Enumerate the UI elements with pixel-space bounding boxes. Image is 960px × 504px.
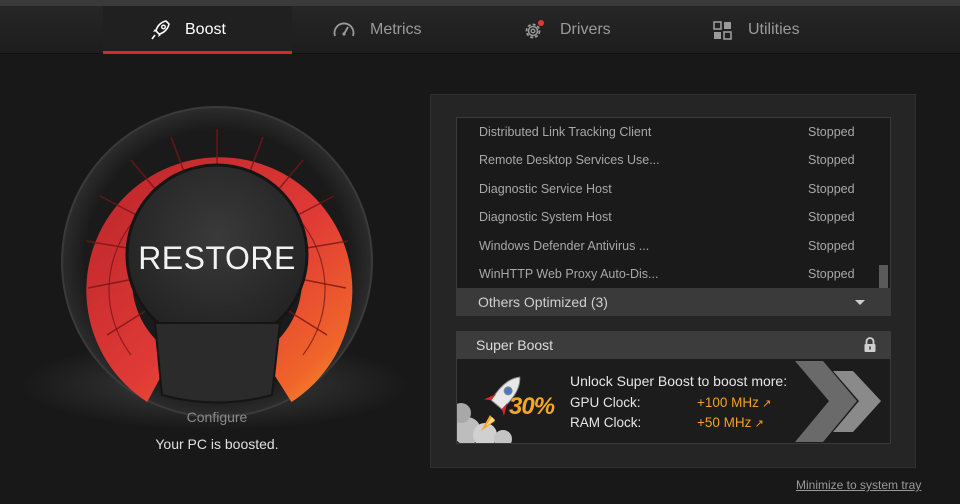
tab-drivers-label: Drivers bbox=[560, 21, 611, 38]
super-boost-body[interactable]: 30% Unlock Super Boost to boost more: GP… bbox=[456, 359, 891, 444]
others-optimized-label: Others Optimized (3) bbox=[478, 294, 608, 310]
tab-metrics[interactable]: Metrics bbox=[332, 6, 452, 54]
arrow-up-icon: ↗ bbox=[758, 398, 772, 410]
arrow-up-icon: ↗ bbox=[751, 418, 764, 430]
service-status: Stopped bbox=[808, 239, 855, 253]
tab-metrics-label: Metrics bbox=[370, 21, 422, 38]
top-nav: Boost Metrics Drivers Utilities bbox=[0, 0, 960, 54]
gpu-clock-value-text: +100 MHz bbox=[697, 395, 759, 410]
list-item[interactable]: Diagnostic Service Host Stopped bbox=[457, 175, 877, 203]
tab-boost[interactable]: Boost bbox=[103, 6, 292, 54]
service-status: Stopped bbox=[808, 182, 855, 196]
service-name: Diagnostic System Host bbox=[479, 210, 612, 224]
gpu-clock-value: +100 MHz ↗ bbox=[697, 395, 771, 410]
list-item[interactable]: WinHTTP Web Proxy Auto-Dis... Stopped bbox=[457, 260, 877, 288]
list-item[interactable]: Distributed Link Tracking Client Stopped bbox=[457, 118, 877, 146]
service-name: Distributed Link Tracking Client bbox=[479, 125, 652, 139]
super-boost-header: Super Boost bbox=[456, 331, 891, 359]
service-name: Remote Desktop Services Use... bbox=[479, 153, 660, 167]
services-panel: Distributed Link Tracking Client Stopped… bbox=[430, 94, 916, 468]
super-boost-unlock-text: Unlock Super Boost to boost more: bbox=[570, 373, 788, 389]
ram-clock-label: RAM Clock: bbox=[570, 415, 642, 430]
lock-icon bbox=[864, 337, 876, 352]
speedometer-icon bbox=[333, 22, 355, 37]
list-item[interactable]: Remote Desktop Services Use... Stopped bbox=[457, 146, 877, 174]
ram-clock-value-text: +50 MHz bbox=[697, 415, 752, 430]
minimize-to-tray-link[interactable]: Minimize to system tray bbox=[796, 478, 921, 492]
service-name: Diagnostic Service Host bbox=[479, 182, 612, 196]
list-item[interactable]: Windows Defender Antivirus ... Stopped bbox=[457, 232, 877, 260]
restore-button[interactable]: RESTORE bbox=[130, 240, 304, 277]
service-name: WinHTTP Web Proxy Auto-Dis... bbox=[479, 267, 659, 281]
boost-status: Your PC is boosted. bbox=[155, 436, 279, 452]
double-chevron-icon bbox=[795, 361, 881, 442]
tab-utilities[interactable]: Utilities bbox=[712, 6, 822, 54]
gear-icon bbox=[525, 20, 544, 39]
list-item[interactable]: Diagnostic System Host Stopped bbox=[457, 203, 877, 231]
others-optimized-dropdown[interactable]: Others Optimized (3) bbox=[456, 288, 891, 316]
ram-clock-value: +50 MHz ↗ bbox=[697, 415, 764, 430]
super-boost-title: Super Boost bbox=[476, 337, 554, 353]
service-status: Stopped bbox=[808, 125, 855, 139]
tab-drivers[interactable]: Drivers bbox=[522, 6, 632, 54]
tab-boost-label: Boost bbox=[185, 21, 226, 38]
tab-utilities-label: Utilities bbox=[748, 21, 800, 38]
service-status: Stopped bbox=[808, 153, 855, 167]
configure-button[interactable]: Configure bbox=[150, 409, 284, 425]
service-name: Windows Defender Antivirus ... bbox=[479, 239, 650, 253]
grid-icon bbox=[713, 21, 732, 40]
notification-dot bbox=[538, 20, 544, 26]
service-status: Stopped bbox=[808, 210, 855, 224]
gpu-clock-label: GPU Clock: bbox=[570, 395, 641, 410]
chevron-down-icon bbox=[855, 300, 865, 305]
boost-percent: 30% bbox=[509, 393, 555, 420]
services-list[interactable]: Distributed Link Tracking Client Stopped… bbox=[456, 117, 891, 315]
rocket-icon bbox=[151, 20, 170, 40]
service-status: Stopped bbox=[808, 267, 855, 281]
